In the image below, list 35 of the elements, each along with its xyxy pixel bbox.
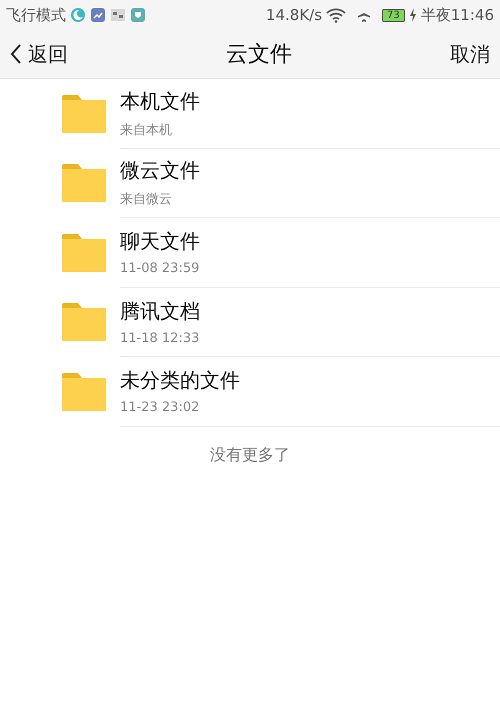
folder-item[interactable]: 本机文件 来自本机 [0,79,500,148]
folder-subtitle: 来自本机 [120,122,173,139]
battery-icon: 73 [382,8,405,22]
folder-icon [62,164,106,202]
chevron-left-icon [10,43,22,65]
airplane-mode-label: 飞行模式 [6,6,66,24]
folder-name: 微云文件 [120,157,201,184]
folder-item[interactable]: 未分类的文件 11-23 23:02 [0,357,500,426]
folder-item[interactable]: 聊天文件 11-08 23:59 [0,218,500,288]
moon-icon [70,7,86,23]
back-button[interactable]: 返回 [10,40,68,68]
end-of-list-text: 没有更多了 [209,444,291,466]
folder-icon [62,234,106,272]
app-icon [110,7,126,23]
folder-name: 聊天文件 [120,228,201,256]
folder-subtitle: 11-08 23:59 [120,261,200,276]
charging-icon [408,8,417,22]
shield-icon [130,7,146,23]
app-icon [90,7,106,23]
folder-icon [62,372,106,411]
network-speed: 14.8K/s [266,6,322,24]
folder-subtitle: 11-18 12:33 [120,330,200,346]
clock: 半夜11:46 [420,6,494,24]
page-title: 云文件 [226,41,292,69]
folder-subtitle: 来自微云 [120,191,173,208]
folder-name: 腾讯文档 [120,298,201,325]
folder-subtitle: 11-23 23:02 [120,400,200,416]
folder-name: 本机文件 [120,88,201,115]
folder-icon [62,94,106,133]
folder-icon [62,303,106,342]
folder-item[interactable]: 腾讯文档 11-18 12:33 [0,288,500,357]
folder-item[interactable]: 微云文件 来自微云 [0,148,500,218]
cancel-button[interactable]: 取消 [450,40,490,68]
folder-name: 未分类的文件 [120,367,241,394]
wifi-icon [326,7,346,23]
